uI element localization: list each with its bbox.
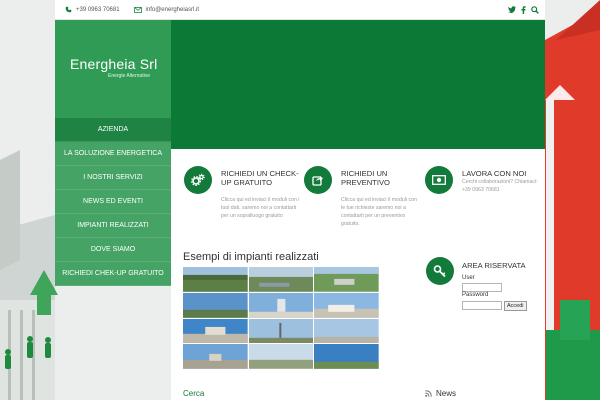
gallery-title: Esempi di impianti realizzati xyxy=(183,251,319,263)
gallery-thumb[interactable] xyxy=(248,292,314,318)
share-icon xyxy=(312,174,324,186)
gallery-thumb[interactable] xyxy=(183,318,248,344)
gallery-thumb[interactable] xyxy=(248,344,314,369)
main-nav: AZIENDA LA SOLUZIONE ENERGETICA I NOSTRI… xyxy=(55,118,171,286)
logo[interactable]: Energheia Srl Energie Alternative xyxy=(55,20,171,118)
nav-item-servizi[interactable]: I NOSTRI SERVIZI xyxy=(55,166,171,190)
phone-icon xyxy=(65,6,72,13)
news-title: News xyxy=(436,389,457,398)
search-section-title: Cerca xyxy=(183,389,205,398)
logo-tagline: Energie Alternative xyxy=(108,73,150,79)
nav-item-soluzione-energetica[interactable]: LA SOLUZIONE ENERGETICA xyxy=(55,142,171,166)
gallery-thumb[interactable] xyxy=(248,318,314,344)
nav-item-azienda[interactable]: AZIENDA xyxy=(55,118,171,142)
gallery-thumb[interactable] xyxy=(314,344,379,369)
feature-description: Clicca qui ed inviaci il moduli con i tu… xyxy=(221,197,300,219)
gallery-thumb[interactable] xyxy=(183,344,248,369)
phone-contact[interactable]: +39 0963 70681 xyxy=(65,6,120,13)
feature-icon-circle xyxy=(184,166,212,194)
news-section[interactable]: News xyxy=(425,389,456,398)
user-label: User xyxy=(462,275,475,281)
logo-name: Energheia Srl xyxy=(70,56,158,72)
main-content: RICHIEDI UN CHECK-UP GRATUITO Clicca qui… xyxy=(171,149,545,400)
photo-gallery xyxy=(183,267,379,369)
user-input[interactable] xyxy=(462,283,502,292)
nav-item-impianti-realizzati[interactable]: IMPIANTI REALIZZATI xyxy=(55,214,171,238)
money-icon xyxy=(432,175,446,185)
sidebar: Energheia Srl Energie Alternative AZIEND… xyxy=(55,20,171,286)
gallery-thumb[interactable] xyxy=(183,267,248,292)
social-links xyxy=(508,5,539,14)
gallery-thumb[interactable] xyxy=(183,292,248,318)
mail-icon xyxy=(133,6,142,13)
gears-icon xyxy=(191,173,205,187)
password-input[interactable] xyxy=(462,301,502,310)
search-icon[interactable] xyxy=(531,5,539,14)
feature-description: Clicca qui ed inviaci il moduli con le t… xyxy=(341,197,417,227)
gallery-thumb[interactable] xyxy=(248,267,314,292)
key-icon xyxy=(433,264,447,278)
phone-number: +39 0963 70681 xyxy=(76,6,120,13)
feature-description: Cerchi collaborazioni? Chiamaci: +39 096… xyxy=(462,179,538,193)
nav-item-dove-siamo[interactable]: DOVE SIAMO xyxy=(55,238,171,262)
nav-item-checkup-gratuito[interactable]: RICHIEDI CHEK-UP GRATUITO xyxy=(55,262,171,286)
twitter-icon[interactable] xyxy=(508,6,516,13)
login-button[interactable]: Accedi xyxy=(504,301,527,311)
top-bar: +39 0963 70681 info@energheiasrl.it xyxy=(55,0,545,20)
password-label: Password xyxy=(462,292,489,298)
rss-icon xyxy=(425,390,432,397)
feature-title: RICHIEDI UN CHECK-UP GRATUITO xyxy=(221,169,299,187)
gallery-thumb[interactable] xyxy=(314,267,379,292)
nav-item-news-eventi[interactable]: NEWS ED EVENTI xyxy=(55,190,171,214)
email-address: info@energheiasrl.it xyxy=(145,6,199,13)
feature-title: RICHIEDI UN PREVENTIVO xyxy=(341,169,390,187)
feature-icon-circle xyxy=(304,166,332,194)
feature-title: LAVORA CON NOI xyxy=(462,169,527,178)
gallery-thumb[interactable] xyxy=(314,292,379,318)
hero-banner xyxy=(171,20,545,149)
facebook-icon[interactable] xyxy=(521,5,526,14)
login-icon-circle xyxy=(426,257,454,285)
reserved-area-title: AREA RISERVATA xyxy=(462,261,526,270)
gallery-thumb[interactable] xyxy=(314,318,379,344)
feature-icon-circle xyxy=(425,166,453,194)
email-contact[interactable]: info@energheiasrl.it xyxy=(133,6,199,13)
